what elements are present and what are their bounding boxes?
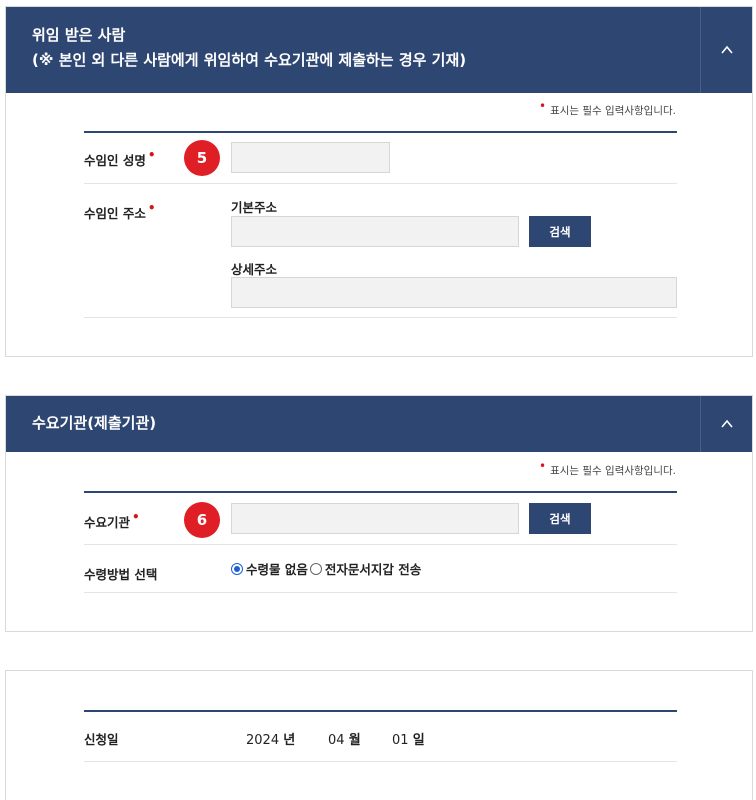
collapse-button[interactable]: [700, 396, 752, 452]
required-mark: •: [147, 148, 156, 162]
agency-input[interactable]: [231, 503, 519, 534]
basic-address-label: 기본주소: [231, 200, 278, 215]
delegate-panel-title: 위임 받은 사람 (※ 본인 외 다른 사람에게 위임하여 수요기관에 제출하는…: [32, 23, 466, 73]
application-date-panel: 신청일 2024 년 04 월 01 일: [5, 670, 753, 800]
delegate-address-label-text: 수임인 주소: [84, 206, 146, 221]
delegate-title-line2: (※ 본인 외 다른 사람에게 위임하여 수요기관에 제출하는 경우 기재): [32, 51, 467, 69]
row-divider: [84, 761, 677, 762]
date-month-value: 04: [328, 733, 345, 748]
date-day-unit: 일: [412, 733, 425, 748]
step-badge: 5: [184, 140, 220, 176]
radio-e-wallet[interactable]: [309, 562, 322, 575]
detail-address-label: 상세주소: [231, 262, 278, 277]
agency-label-text: 수요기관: [84, 515, 131, 530]
radio-no-receipt-label[interactable]: 수령물 없음: [246, 559, 308, 578]
date-year-value: 2024: [246, 733, 280, 748]
address-search-button[interactable]: 검색: [529, 216, 591, 247]
delegate-panel-header: 위임 받은 사람 (※ 본인 외 다른 사람에게 위임하여 수요기관에 제출하는…: [6, 7, 752, 93]
delegate-name-input[interactable]: [231, 142, 390, 173]
date-month: 04 월: [328, 729, 361, 748]
required-mark: •: [147, 201, 156, 215]
required-dot-icon: •: [538, 99, 547, 113]
date-year-unit: 년: [283, 733, 296, 748]
chevron-up-icon: [720, 45, 733, 54]
step-badge: 6: [184, 502, 220, 538]
date-day: 01 일: [392, 729, 425, 748]
required-mark: •: [132, 510, 140, 524]
row-divider: [84, 544, 677, 545]
agency-label: 수요기관 •: [84, 510, 140, 531]
delegate-name-label: 수임인 성명 •: [84, 148, 156, 169]
receive-method-label: 수령방법 선택: [84, 567, 158, 582]
delegate-name-label-text: 수임인 성명: [84, 153, 146, 168]
form-top-border: [84, 491, 677, 493]
radio-e-wallet-label[interactable]: 전자문서지갑 전송: [325, 559, 421, 578]
receive-method-options: 수령물 없음 전자문서지갑 전송: [231, 559, 421, 578]
date-month-unit: 월: [348, 733, 361, 748]
chevron-up-icon: [720, 419, 733, 428]
agency-search-button[interactable]: 검색: [529, 503, 591, 534]
form-top-border: [84, 131, 677, 133]
application-date-label: 신청일: [84, 732, 119, 747]
delegate-title-line1: 위임 받은 사람: [32, 26, 126, 44]
radio-no-receipt[interactable]: [231, 562, 243, 575]
required-dot-icon: •: [538, 459, 547, 473]
required-note: • 표시는 필수 입력사항입니다.: [539, 99, 676, 118]
agency-panel-header: 수요기관(제출기관): [6, 396, 752, 452]
date-day-value: 01: [392, 733, 409, 748]
form-top-border: [84, 710, 677, 712]
detail-address-input[interactable]: [231, 277, 677, 308]
delegate-panel: 위임 받은 사람 (※ 본인 외 다른 사람에게 위임하여 수요기관에 제출하는…: [5, 6, 753, 357]
row-divider: [84, 317, 677, 318]
required-note-text: 표시는 필수 입력사항입니다.: [550, 465, 676, 477]
collapse-button[interactable]: [700, 7, 752, 93]
row-divider: [84, 183, 677, 184]
date-year: 2024 년: [246, 729, 295, 748]
agency-panel: 수요기관(제출기관) • 표시는 필수 입력사항입니다. 수요기관 • 6 검색 수…: [5, 395, 753, 632]
row-divider: [84, 592, 677, 593]
basic-address-input[interactable]: [231, 216, 519, 247]
required-note: • 표시는 필수 입력사항입니다.: [539, 459, 676, 478]
agency-panel-title: 수요기관(제출기관): [32, 414, 157, 432]
delegate-address-label: 수임인 주소 •: [84, 201, 156, 222]
required-note-text: 표시는 필수 입력사항입니다.: [550, 105, 676, 117]
